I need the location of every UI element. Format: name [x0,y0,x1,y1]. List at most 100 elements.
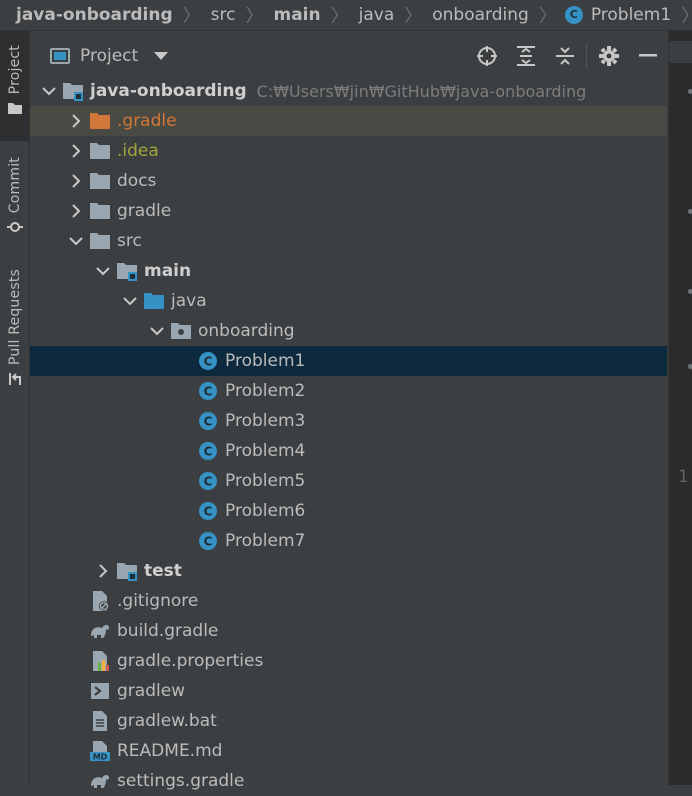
chevron-right-icon[interactable] [63,144,89,158]
tree-folder-row[interactable]: onboarding [30,316,667,346]
chevron-down-icon[interactable] [144,326,170,336]
tree-folder-row[interactable]: .gradle [30,106,667,136]
gradle-icon [89,770,111,792]
line-number: 1 [678,467,689,487]
svg-text:C: C [204,445,213,459]
tree-folder-row[interactable]: src [30,226,667,256]
tree-class-row[interactable]: C Problem5 [30,466,667,496]
chevron-down-icon[interactable] [90,266,116,276]
tree-item-label: java [171,291,207,311]
tree-file-row[interactable]: .gitignore [30,586,667,616]
tree-item-label: .gradle [117,111,177,131]
tree-class-row[interactable]: C Problem7 [30,526,667,556]
svg-text:C: C [204,475,213,489]
tree-file-row[interactable]: gradlew [30,676,667,706]
tree-folder-row[interactable]: java [30,286,667,316]
project-view-icon [50,48,70,64]
panel-toolbar [467,31,667,81]
chevron-right-icon[interactable] [63,114,89,128]
breadcrumb-item[interactable]: main [272,0,323,30]
tree-file-row[interactable]: settings.gradle [30,766,667,796]
hide-icon[interactable] [628,31,667,81]
tree-class-row[interactable]: C Problem3 [30,406,667,436]
tree-root-row[interactable]: java-onboarding C:₩Users₩jin₩GitHub₩java… [30,76,667,106]
breadcrumb-separator-icon: 〉 [681,2,692,28]
project-tree: java-onboarding C:₩Users₩jin₩GitHub₩java… [30,76,667,796]
tree-item-label: main [144,261,192,281]
tree-file-row[interactable]: build.gradle [30,616,667,646]
left-tool-strip: Project Commit Pull Requests [0,31,30,785]
tree-item-label: Problem3 [225,411,306,431]
tree-folder-row[interactable]: test [30,556,667,586]
folder-icon [89,110,111,132]
editor-gutter: 1 [668,31,692,785]
breadcrumb-item[interactable]: onboarding [430,0,531,30]
tree-item-label: docs [117,171,157,191]
toolbar-divider [586,44,587,68]
folder-icon [89,230,111,252]
tree-folder-row[interactable]: docs [30,166,667,196]
editor-tab-stub[interactable] [669,41,692,63]
locate-icon[interactable] [467,31,506,81]
tree-file-row[interactable]: MD README.md [30,736,667,766]
tree-class-row[interactable]: C Problem1 [30,346,667,376]
tree-item-label: Problem4 [225,441,306,461]
module-folder-icon [116,560,138,582]
settings-icon[interactable] [589,31,628,81]
tree-class-row[interactable]: C Problem6 [30,496,667,526]
tree-item-label: build.gradle [117,621,219,641]
tree-item-label: Problem5 [225,471,306,491]
breadcrumb-label: main [273,5,321,25]
gradle-icon [89,620,111,642]
tree-item-label: .gitignore [117,591,199,611]
tree-item-label: gradle [117,201,172,221]
breadcrumb-separator-icon: 〉 [182,6,201,27]
breadcrumb-item[interactable]: java-onboarding [0,0,175,30]
chevron-down-icon[interactable] [36,86,62,96]
panel-title[interactable]: Project [80,46,138,66]
tree-folder-row[interactable]: gradle [30,196,667,226]
breadcrumb-item[interactable]: C Problem1 [564,0,673,30]
svg-text:C: C [204,535,213,549]
tree-file-row[interactable]: gradlew.bat [30,706,667,736]
collapse-all-icon[interactable] [545,31,584,81]
breadcrumb-separator-icon: 〉 [404,6,423,27]
class-icon: C [197,350,219,372]
gutter-marker [688,289,692,294]
breadcrumb-label: java-onboarding [16,5,173,25]
chevron-right-icon[interactable] [63,204,89,218]
svg-text:C: C [204,415,213,429]
chevron-right-icon[interactable] [63,174,89,188]
chevron-down-icon[interactable] [117,296,143,306]
tree-item-label: Problem1 [225,351,306,371]
tree-class-row[interactable]: C Problem2 [30,376,667,406]
chevron-down-icon[interactable] [63,236,89,246]
breadcrumb-separator-icon: 〉 [538,6,557,27]
svg-text:C: C [204,355,213,369]
tree-item-label: README.md [117,741,223,761]
tree-folder-row[interactable]: main [30,256,667,286]
tree-item-label: gradlew [117,681,186,701]
folder-icon [89,140,111,162]
tree-item-label: src [117,231,142,251]
tree-file-row[interactable]: gradle.properties [30,646,667,676]
tree-class-row[interactable]: C Problem4 [30,436,667,466]
tree-folder-row[interactable]: .idea [30,136,667,166]
breadcrumb-item[interactable]: java [357,0,397,30]
tool-tab-commit[interactable]: Commit [0,151,29,246]
tree-item-label: Problem7 [225,531,306,551]
breadcrumb-label: java [358,5,395,25]
tool-tab-commit-label: Commit [6,157,23,214]
gutter-marker [688,89,692,94]
breadcrumb-label: Problem1 [590,5,672,25]
text-file-icon [89,710,111,732]
tool-tab-project[interactable]: Project [0,31,29,141]
expand-all-icon[interactable] [506,31,545,81]
module-folder-icon [62,80,84,102]
breadcrumb-item[interactable]: src [209,0,238,30]
class-icon: C [197,470,219,492]
tool-tab-pull-requests[interactable]: Pull Requests [0,263,29,403]
chevron-right-icon[interactable] [90,564,116,578]
breadcrumb-label: onboarding [432,5,529,25]
chevron-down-icon[interactable] [154,52,169,60]
